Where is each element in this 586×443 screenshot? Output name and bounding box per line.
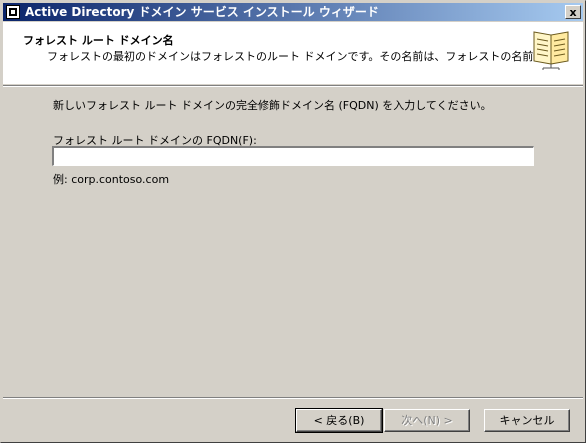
app-icon — [6, 5, 20, 19]
wizard-header: フォレスト ルート ドメイン名 フォレストの最初のドメインはフォレストのルート … — [3, 22, 583, 84]
title-bar[interactable]: Active Directory ドメイン サービス インストール ウィザード … — [3, 3, 583, 21]
instruction-text: 新しいフォレスト ルート ドメインの完全修飾ドメイン名 (FQDN) を入力して… — [53, 99, 492, 112]
page-subtitle: フォレストの最初のドメインはフォレストのルート ドメインです。その名前は、フォレ… — [47, 50, 566, 63]
next-button[interactable]: 次へ(N) > — [384, 409, 470, 432]
window-title: Active Directory ドメイン サービス インストール ウィザード — [25, 5, 379, 19]
wizard-window: Active Directory ドメイン サービス インストール ウィザード … — [0, 0, 586, 443]
example-text: 例: corp.contoso.com — [53, 173, 170, 186]
fqdn-input[interactable] — [52, 146, 534, 166]
header-divider-highlight — [3, 86, 583, 87]
cancel-button[interactable]: キャンセル — [484, 409, 570, 432]
close-button[interactable]: x — [565, 5, 581, 19]
page-title: フォレスト ルート ドメイン名 — [23, 34, 174, 47]
back-button[interactable]: < 戻る(B) — [295, 408, 383, 433]
footer-divider-highlight — [3, 398, 583, 399]
directory-book-icon — [533, 31, 569, 70]
